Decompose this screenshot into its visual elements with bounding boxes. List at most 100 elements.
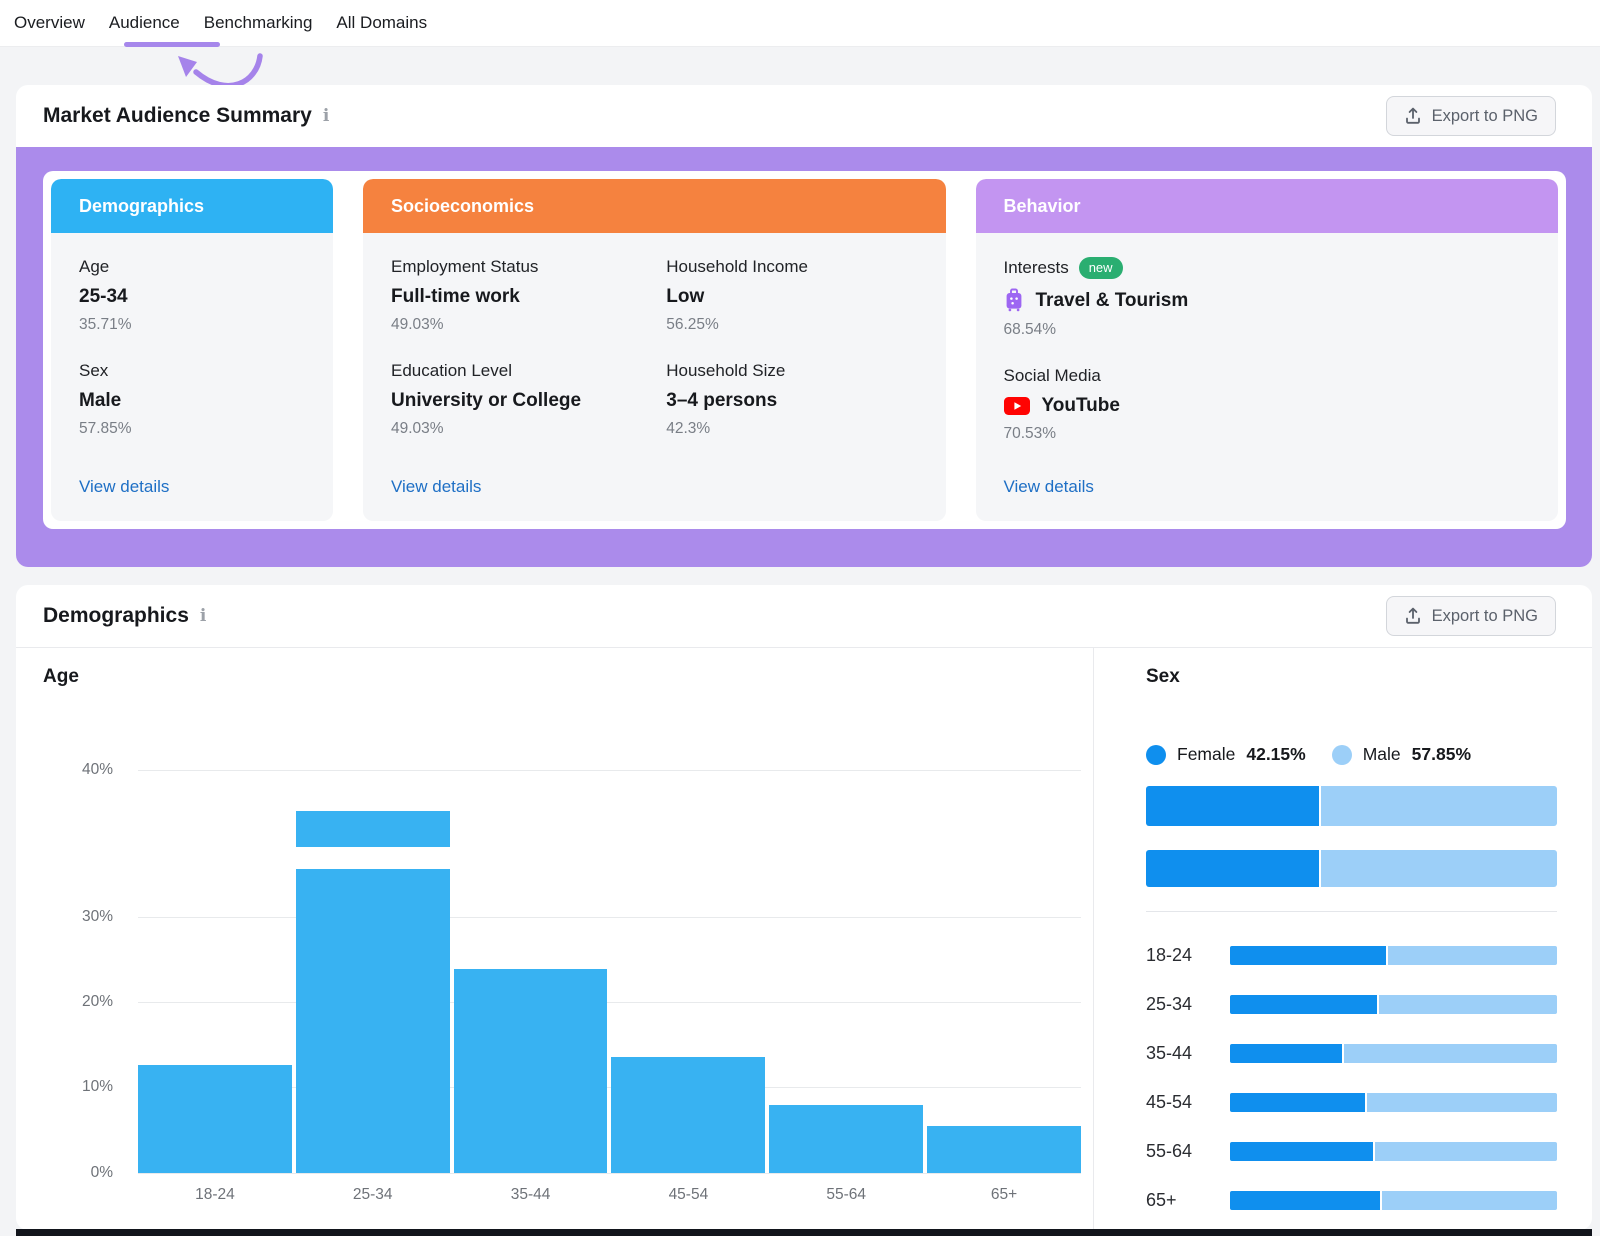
age-bar-25-34[interactable] <box>295 869 450 1173</box>
metric-pct: 49.03% <box>391 420 444 437</box>
legend-item-male[interactable]: Male 57.85% <box>1331 744 1471 765</box>
x-label-65+: 65+ <box>990 1186 1018 1203</box>
age-bar-column-65+ <box>927 770 1081 1173</box>
metric-value: Low <box>666 286 705 307</box>
socioeconomics-card-header: Socioeconomics <box>363 179 946 233</box>
metric-pct: 56.25% <box>666 316 719 333</box>
sex-age-row-bar[interactable] <box>1230 1142 1557 1161</box>
age-bar-cap-25-34[interactable] <box>295 811 450 847</box>
age-bars <box>138 770 1081 1173</box>
sex-age-row-bar[interactable] <box>1230 1191 1557 1210</box>
metric-household-size: Household Size 3–4 persons 42.3% <box>666 361 917 438</box>
legend-label: Male <box>1362 744 1401 764</box>
sex-age-row-label: 25-34 <box>1146 994 1193 1014</box>
age-chart-x-axis: 18-24 25-34 35-44 45-54 55-64 65+ <box>138 1186 1081 1204</box>
demographics-metrics: Age 25-34 35.71% Sex Male 57.85% <box>79 257 305 465</box>
x-label-25-34: 25-34 <box>352 1186 393 1203</box>
sex-age-row-bar[interactable] <box>1230 1044 1557 1063</box>
info-icon[interactable]: i <box>323 106 329 126</box>
age-bar-45-54[interactable] <box>611 1057 766 1173</box>
gridline <box>138 1173 1081 1174</box>
interest-value-text: Travel & Tourism <box>1035 289 1189 311</box>
female-segment <box>1230 1044 1342 1063</box>
new-badge: new <box>1078 257 1123 279</box>
age-bar-65+[interactable] <box>927 1126 1081 1173</box>
sex-age-row-bar[interactable] <box>1230 995 1557 1014</box>
age-bar-55-64[interactable] <box>769 1105 924 1173</box>
metric-label: Household Size <box>666 361 786 380</box>
export-button-label: Export to PNG <box>1431 606 1538 625</box>
interest-pct: 68.54% <box>1003 321 1057 338</box>
sex-age-row-label: 65+ <box>1146 1190 1177 1210</box>
interest-value: Travel & Tourism <box>1004 288 1531 313</box>
legend-item-female[interactable]: Female 42.15% <box>1146 744 1306 765</box>
metric-label: Education Level <box>391 361 512 380</box>
age-bar-18-24[interactable] <box>138 1065 292 1173</box>
tab-benchmarking[interactable]: Benchmarking <box>204 13 313 33</box>
age-bar-column-45-54 <box>611 770 766 1173</box>
male-segment <box>1343 1044 1557 1063</box>
window-bottom-edge <box>16 1229 1592 1236</box>
y-tick-30%: 30% <box>81 908 113 925</box>
age-bar-35-44[interactable] <box>453 969 608 1173</box>
demographics-card-header: Demographics <box>51 179 333 233</box>
metric-household-income: Household Income Low 56.25% <box>666 257 917 334</box>
sex-by-age-rows: 18-24 25-34 35-44 45-54 55-64 65+ <box>1146 945 1557 1211</box>
male-segment <box>1321 786 1557 826</box>
luggage-icon <box>1006 288 1021 312</box>
demographics-section-title: Demographics i <box>43 604 206 628</box>
sex-overall-bar[interactable] <box>1146 850 1557 887</box>
metric-sex: Sex Male 57.85% <box>79 361 305 438</box>
sex-overall-bar[interactable] <box>1146 786 1557 826</box>
metric-pct: 42.3% <box>666 420 711 437</box>
page-title: Market Audience Summary <box>43 104 312 127</box>
tab-overview[interactable]: Overview <box>14 13 85 33</box>
metric-value: Full-time work <box>391 286 520 307</box>
male-segment <box>1382 1191 1557 1210</box>
male-segment <box>1374 1142 1557 1161</box>
sex-age-row-label: 18-24 <box>1146 945 1193 965</box>
view-details-link[interactable]: View details <box>1004 477 1094 497</box>
metric-pct: 49.03% <box>391 316 444 333</box>
socioeconomics-metrics: Employment Status Full-time work 49.03% Hou… <box>391 257 918 465</box>
sex-legend: Female 42.15% Male 57.85% <box>1146 744 1557 765</box>
sex-age-row-bar[interactable] <box>1230 1093 1557 1112</box>
view-details-link[interactable]: View details <box>79 477 169 497</box>
male-segment <box>1387 946 1557 965</box>
female-segment <box>1146 850 1320 887</box>
legend-value: 42.15% <box>1246 744 1306 764</box>
sex-age-row-label: 35-44 <box>1146 1043 1193 1063</box>
metric-value: Male <box>79 390 122 411</box>
x-label-35-44: 35-44 <box>510 1186 551 1203</box>
market-audience-summary-title: Market Audience Summary i <box>43 104 329 128</box>
age-bar-column-55-64 <box>769 770 924 1173</box>
age-chart: Age 40% 30% 20% 10% 0% 18-24 25-34 35-44 45-54 5… <box>16 648 1093 1230</box>
y-tick-40%: 40% <box>81 761 113 778</box>
sex-age-row-35-44: 35-44 <box>1146 1043 1557 1064</box>
tab-audience[interactable]: Audience <box>109 13 180 33</box>
metric-value: 3–4 persons <box>666 390 778 411</box>
export-to-png-button[interactable]: Export to PNG <box>1385 596 1556 636</box>
sex-age-row-bar[interactable] <box>1230 946 1557 965</box>
tab-all-domains[interactable]: All Domains <box>336 13 427 33</box>
demographics-section-card: Demographics i Export to PNG Age 40% 30% 2… <box>16 585 1592 1230</box>
female-segment <box>1230 1191 1381 1210</box>
top-nav: Overview Audience Benchmarking All Domains <box>0 0 1600 47</box>
sex-age-row-65+: 65+ <box>1146 1190 1557 1211</box>
x-label-18-24: 18-24 <box>195 1186 235 1203</box>
y-tick-0%: 0% <box>90 1164 113 1181</box>
legend-label: Female <box>1177 744 1236 764</box>
sex-panel-title: Sex <box>1146 666 1180 687</box>
info-icon[interactable]: i <box>200 606 206 626</box>
x-label-45-54: 45-54 <box>668 1186 709 1203</box>
sex-panel: Sex Female 42.15% Male 57.85% 18-24 25-34 35-… <box>1093 648 1592 1230</box>
export-to-png-button[interactable]: Export to PNG <box>1385 96 1556 136</box>
social-media-label: Social Media <box>1003 366 1101 385</box>
age-plot <box>138 770 1081 1174</box>
social-media-pct: 70.53% <box>1003 425 1057 442</box>
metric-pct: 35.71% <box>79 316 132 333</box>
view-details-link[interactable]: View details <box>391 477 481 497</box>
interests-label-text: Interests <box>1003 258 1069 277</box>
female-segment <box>1146 786 1320 826</box>
socioeconomics-summary-card: Socioeconomics Employment Status Full-tim… <box>363 179 946 521</box>
